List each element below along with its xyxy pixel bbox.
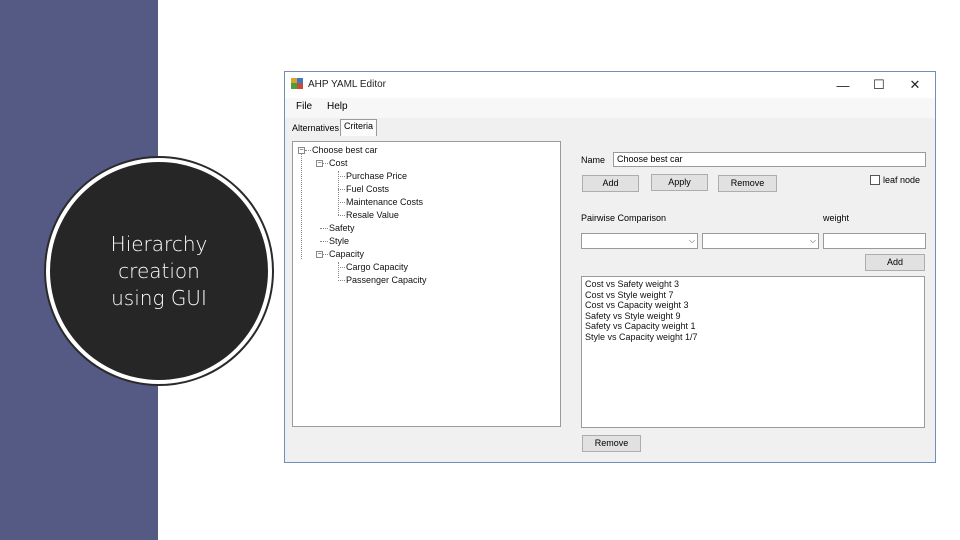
tree-node-safety[interactable]: Safety — [329, 223, 355, 233]
remove-node-button[interactable]: Remove — [718, 175, 777, 192]
add-comparison-button[interactable]: Add — [865, 254, 925, 271]
caption-circle: Hierarchy creation using GUI — [50, 162, 268, 380]
list-item[interactable]: Safety vs Style weight 9 — [585, 311, 921, 322]
tab-alternatives[interactable]: Alternatives — [289, 122, 342, 134]
comparison-list[interactable]: Cost vs Safety weight 3 Cost vs Style we… — [581, 276, 925, 428]
collapse-icon[interactable]: − — [298, 147, 305, 154]
app-window: AHP YAML Editor — ☐ ✕ File Help Alternat… — [284, 71, 936, 463]
name-field[interactable]: Choose best car — [613, 152, 926, 167]
list-item[interactable]: Safety vs Capacity weight 1 — [585, 321, 921, 332]
window-title: AHP YAML Editor — [308, 79, 386, 90]
collapse-icon[interactable]: − — [316, 251, 323, 258]
list-item[interactable]: Cost vs Capacity weight 3 — [585, 300, 921, 311]
list-item[interactable]: Cost vs Style weight 7 — [585, 290, 921, 301]
caption-line-1: Hierarchy — [110, 231, 208, 256]
tree-node-cost[interactable]: Cost — [329, 158, 348, 168]
list-item[interactable]: Style vs Capacity weight 1/7 — [585, 332, 921, 343]
tree-line — [338, 262, 339, 278]
apply-button[interactable]: Apply — [651, 174, 708, 191]
leaf-node-label: leaf node — [883, 175, 921, 185]
close-button[interactable]: ✕ — [897, 72, 933, 98]
weight-field[interactable] — [823, 233, 926, 249]
maximize-button[interactable]: ☐ — [861, 72, 897, 98]
collapse-icon[interactable]: − — [316, 160, 323, 167]
tree-node-cargo-capacity[interactable]: Cargo Capacity — [346, 262, 408, 272]
pairwise-comparison-label: Pairwise Comparison — [581, 213, 667, 223]
tree-node-capacity[interactable]: Capacity — [329, 249, 364, 259]
menu-help[interactable]: Help — [327, 101, 348, 112]
tree-node-passenger-capacity[interactable]: Passenger Capacity — [346, 275, 427, 285]
tree-node-resale-value[interactable]: Resale Value — [346, 210, 399, 220]
tree-node-fuel-costs[interactable]: Fuel Costs — [346, 184, 389, 194]
caption-line-3: using GUI — [111, 285, 207, 310]
menu-bar: File Help — [285, 98, 935, 118]
criteria-tree[interactable]: − Choose best car − Cost Purchase Price … — [292, 141, 561, 427]
tree-line — [338, 171, 339, 215]
caption-line-2: creation — [118, 258, 200, 283]
minimize-button[interactable]: — — [825, 72, 861, 98]
chevron-down-icon: ⌵ — [688, 236, 695, 245]
tree-node-maintenance-costs[interactable]: Maintenance Costs — [346, 197, 423, 207]
title-bar[interactable]: AHP YAML Editor — ☐ ✕ — [285, 72, 935, 98]
tab-criteria[interactable]: Criteria — [340, 119, 378, 136]
menu-file[interactable]: File — [296, 101, 312, 112]
weight-label: weight — [823, 213, 850, 223]
tree-node-root[interactable]: Choose best car — [312, 145, 378, 155]
list-item[interactable]: Cost vs Safety weight 3 — [585, 279, 921, 290]
tree-node-style[interactable]: Style — [329, 236, 349, 246]
remove-comparison-button[interactable]: Remove — [582, 435, 641, 452]
criterion-a-select[interactable]: ⌵ — [581, 233, 698, 249]
chevron-down-icon: ⌵ — [809, 236, 816, 245]
app-icon — [291, 78, 303, 89]
tree-node-purchase-price[interactable]: Purchase Price — [346, 171, 407, 181]
name-label: Name — [581, 155, 606, 165]
add-node-button[interactable]: Add — [582, 175, 639, 192]
criterion-b-select[interactable]: ⌵ — [702, 233, 819, 249]
tree-line — [301, 154, 302, 259]
leaf-node-checkbox[interactable] — [870, 175, 880, 185]
